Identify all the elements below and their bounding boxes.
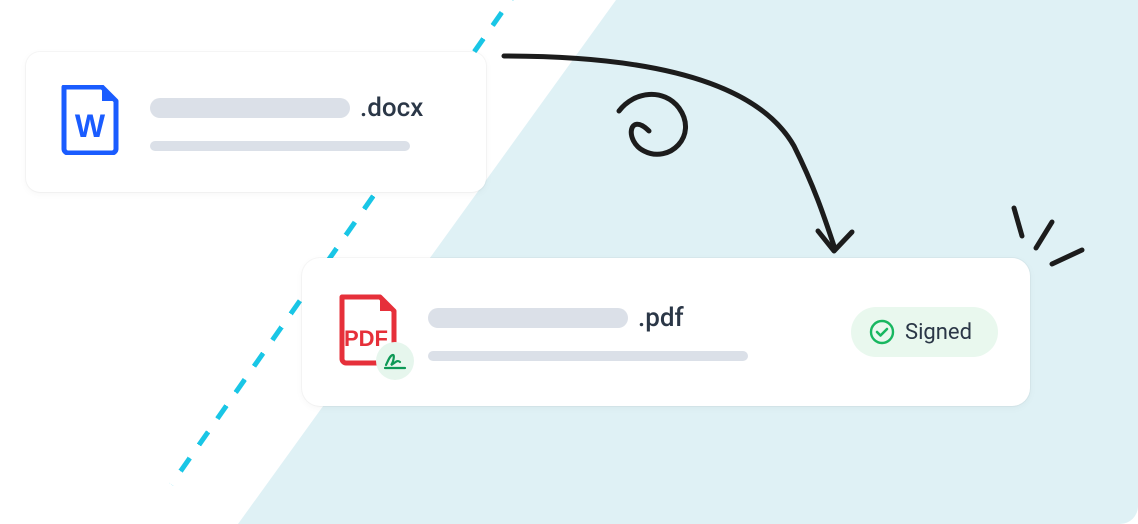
metadata-bar xyxy=(150,141,410,151)
checkmark-circle-icon xyxy=(869,319,895,345)
svg-text:W: W xyxy=(75,108,106,144)
status-label: Signed xyxy=(905,320,972,345)
filename-bar xyxy=(150,98,350,118)
source-file-card: W .docx xyxy=(26,52,486,192)
word-file-icon: W xyxy=(58,85,122,159)
signature-icon xyxy=(376,342,414,380)
pdf-file-icon: PDF xyxy=(334,294,400,370)
target-file-card: PDF .pdf Signed xyxy=(302,258,1030,406)
filename-bar xyxy=(428,308,628,328)
file-name-placeholder: .pdf xyxy=(428,303,851,361)
metadata-bar xyxy=(428,351,748,361)
source-extension: .docx xyxy=(360,93,423,123)
target-extension: .pdf xyxy=(638,303,684,333)
signed-status-badge: Signed xyxy=(851,307,998,357)
file-name-placeholder: .docx xyxy=(150,93,454,151)
